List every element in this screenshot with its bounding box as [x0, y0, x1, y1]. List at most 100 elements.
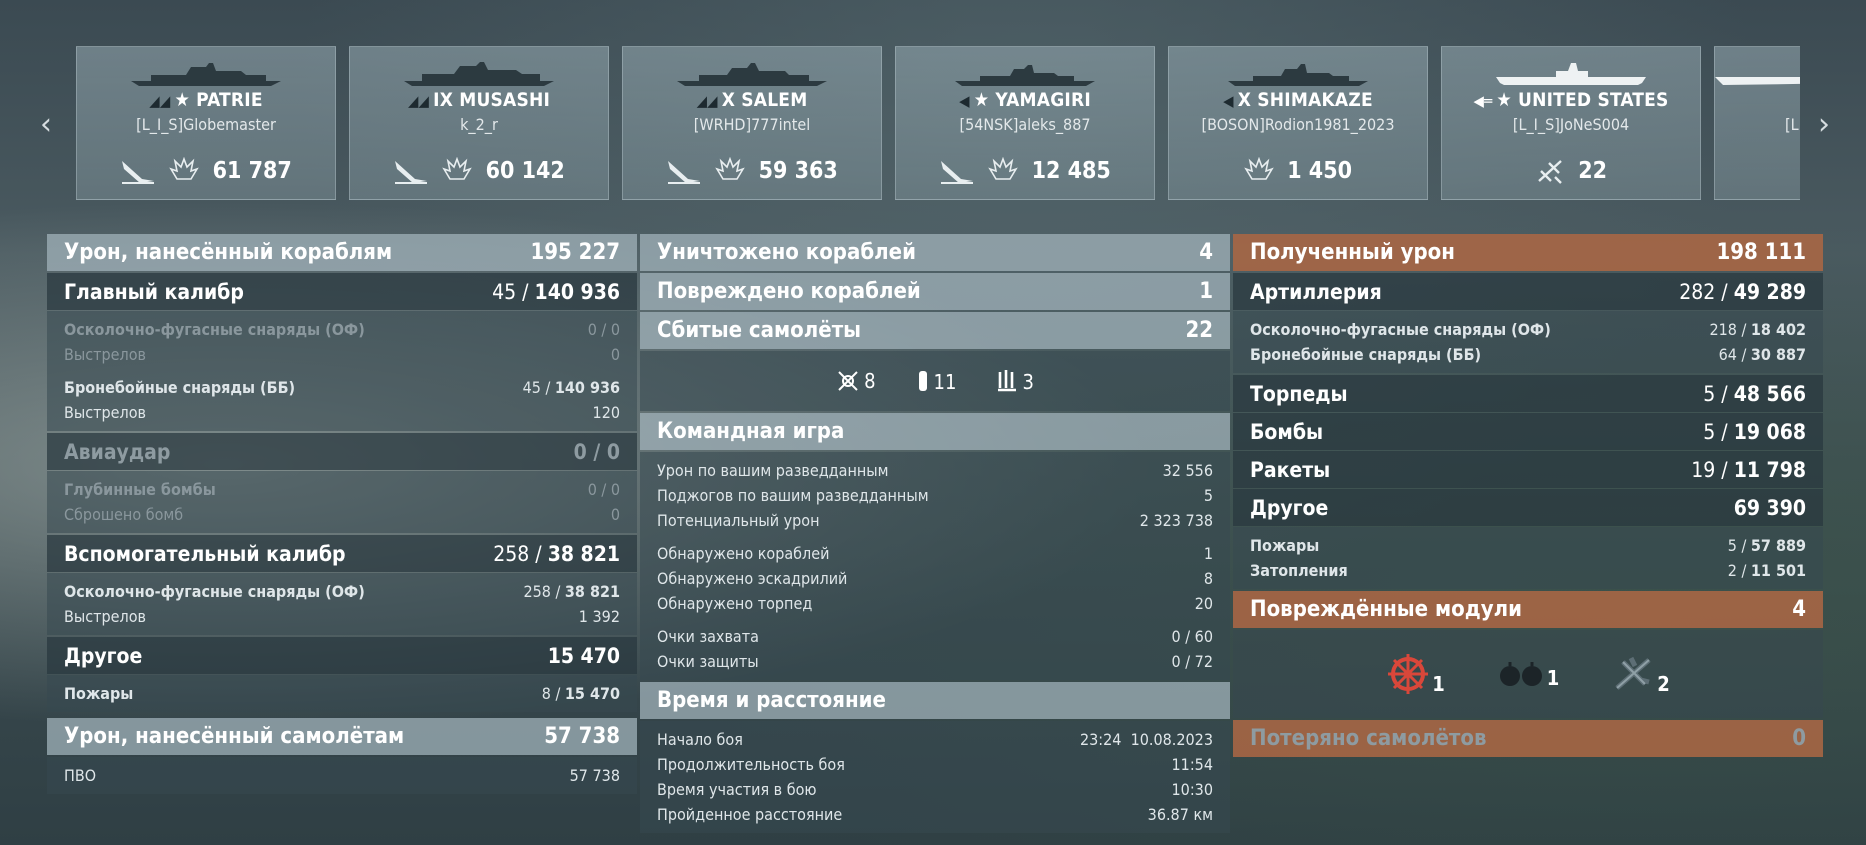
stat-row: Осколочно-фугасные снаряды (ОФ) 218 / 18 … [1250, 320, 1806, 339]
stat-row: Пожары 8 / 15 470 [64, 684, 620, 703]
stat-row: Очки защиты 0 / 72 [657, 652, 1213, 671]
ship-card[interactable]: ◀ X SHIMAKAZE [BOSON]Rodion1981_2023 1 45… [1168, 46, 1428, 200]
card-value: 22 [1578, 158, 1607, 184]
header-label: Урон, нанесённый кораблям [64, 240, 393, 265]
ship-card[interactable]: ◀═ ★ UNITED STATES [L_I_S]JoNeS004 22 [1441, 46, 1701, 200]
ship-class-icon: ◀ [959, 92, 970, 110]
stat-row: Обнаружено торпед 20 [657, 594, 1213, 613]
chevron-left-icon[interactable]: ‹ [34, 110, 58, 140]
secondary-battery-details: Осколочно-фугасные снаряды (ОФ) 258 / 38 … [47, 573, 637, 635]
stat-row: Сброшено бомб 0 [64, 505, 620, 524]
plane-shot-icon [1538, 160, 1562, 184]
rockets-section: Ракеты 19 / 11 798 [1233, 451, 1823, 488]
fire-icon [442, 157, 473, 180]
bombs-section: Бомбы 5 / 19 068 [1233, 413, 1823, 450]
battle-summary-panel: Уничтожено кораблей 4 Повреждено корабле… [640, 234, 1230, 835]
ship-class-icon: ◢◢ [696, 92, 718, 110]
card-value: 1 450 [1287, 158, 1352, 184]
ship-class-icon: ◀ [1223, 92, 1234, 110]
plane-type-breakdown: 8 11 3 [640, 351, 1230, 411]
section-label: Другое [64, 643, 143, 668]
header-label: Полученный урон [1250, 240, 1455, 265]
card-value: 60 142 [485, 158, 565, 184]
ship-silhouette-icon [1228, 64, 1368, 86]
stat-row: Время участия в бою 10:30 [657, 780, 1213, 799]
other-damage-details: Пожары 8 / 15 470 [47, 675, 637, 712]
stat-row: Пройденное расстояние 36.87 км [657, 805, 1213, 824]
other-received-details: Пожары 5 / 57 889 Затопления 2 / 11 501 [1233, 527, 1823, 589]
header-value: 198 111 [1716, 240, 1806, 265]
player-name: [L_I_S]JoNeS004 [1512, 115, 1630, 134]
bomber-icon [918, 371, 927, 391]
time-distance-details: Начало боя 23:24 10.08.2023 Продолжительн… [640, 721, 1230, 833]
team-play-details: Урон по вашим разведданным 32 556 Поджого… [640, 452, 1230, 680]
ship-card[interactable]: ◀ ★ YAMAGIRI [54NSK]aleks_887 12 485 [895, 46, 1155, 200]
player-name: [L_I_S]Globemaster [136, 115, 276, 134]
secondary-battery-section: Вспомогательный калибр 258 / 38 821 [47, 535, 637, 572]
steering-gear-icon [1388, 654, 1429, 694]
player-name: [L [1785, 115, 1799, 134]
ship-class-icon: ◢◢ [407, 92, 430, 110]
section-label: Артиллерия [1250, 279, 1382, 304]
header-label: Сбитые самолёты [657, 318, 862, 343]
attack-count: 3 [1022, 370, 1034, 394]
ship-silhouette-icon [1496, 63, 1646, 85]
ship-card[interactable]: [L [1714, 46, 1800, 200]
damage-received-header: Полученный урон 198 111 [1233, 234, 1823, 271]
stat-row: Бронебойные снаряды (ББ) 64 / 30 887 [1250, 345, 1806, 364]
section-value: 282 / 49 289 [1679, 279, 1806, 304]
section-label: Другое [1250, 495, 1329, 520]
section-value: 69 390 [1733, 495, 1806, 520]
aa-gun-icon [1615, 656, 1651, 690]
module-count: 1 [1546, 666, 1560, 690]
stat-row: Продолжительность боя 11:54 [657, 755, 1213, 774]
section-value: 19 / 11 798 [1691, 457, 1806, 482]
stat-row: ПВО 57 738 [64, 766, 620, 785]
damaged-modules-header: Повреждённые модули 4 [1233, 591, 1823, 628]
header-label: Потеряно самолётов [1250, 726, 1487, 751]
fire-icon [988, 157, 1019, 180]
fire-icon [169, 157, 200, 180]
ship-card[interactable]: ◢◢ X SALEM [WRHD]777intel 59 363 [622, 46, 882, 200]
module-count: 2 [1657, 672, 1670, 696]
stat-row: Начало боя 23:24 10.08.2023 [657, 730, 1213, 749]
torpedoes-section: Торпеды 5 / 48 566 [1233, 375, 1823, 412]
fighter-count: 8 [864, 369, 876, 393]
damage-received-panel: Полученный урон 198 111 Артиллерия 282 /… [1233, 234, 1823, 759]
ship-card[interactable]: ◢◢ ★ PATRIE [L_I_S]Globemaster 61 787 [76, 46, 336, 200]
ship-name: ◢◢ ★ PATRIE [149, 89, 263, 111]
ship-carousel: ‹ › ◢◢ ★ PATRIE [L_I_S]Globemaster 61 787… [0, 40, 1866, 212]
main-battery-section: Главный калибр 45 / 140 936 [47, 273, 637, 310]
damage-to-planes-header: Урон, нанесённый самолётам 57 738 [47, 718, 637, 755]
header-label: Урон, нанесённый самолётам [64, 724, 405, 749]
stat-row: Урон по вашим разведданным 32 556 [657, 461, 1213, 480]
ships-destroyed-header: Уничтожено кораблей 4 [640, 234, 1230, 271]
stat-row: Затопления 2 / 11 501 [1250, 561, 1806, 580]
player-name: [54NSK]aleks_887 [959, 115, 1091, 134]
planes-lost-header: Потеряно самолётов 0 [1233, 720, 1823, 757]
fire-icon [1244, 157, 1274, 180]
airstrike-details: Глубинные бомбы 0 / 0 Сброшено бомб 0 [47, 471, 637, 533]
card-value: 12 485 [1031, 158, 1111, 184]
ship-card[interactable]: ◢◢ IX MUSASHI k_2_r 60 142 [349, 46, 609, 200]
stat-row: Пожары 5 / 57 889 [1250, 536, 1806, 555]
main-battery-details: Осколочно-фугасные снаряды (ОФ) 0 / 0 Выс… [47, 311, 637, 431]
section-label: Вспомогательный калибр [64, 541, 346, 566]
stat-row: Обнаружено эскадрилий 8 [657, 569, 1213, 588]
card-value: 61 787 [212, 158, 292, 184]
stat-row: Потенциальный урон 2 323 738 [657, 511, 1213, 530]
stat-row: Обнаружено кораблей 1 [657, 544, 1213, 563]
damage-to-planes-details: ПВО 57 738 [47, 757, 637, 794]
header-label: Время и расстояние [657, 688, 886, 713]
stat-row: Бронебойные снаряды (ББ) 45 / 140 936 [64, 378, 620, 397]
stat-row: Поджогов по вашим разведданным 5 [657, 486, 1213, 505]
chevron-right-icon[interactable]: › [1812, 110, 1836, 140]
planes-shot-down-header: Сбитые самолёты 22 [640, 312, 1230, 349]
header-value: 4 [1792, 597, 1806, 622]
section-value: 45 / 140 936 [492, 279, 620, 304]
ship-class-icon: ◢◢ [149, 92, 171, 110]
ship-silhouette-icon [131, 63, 281, 86]
header-label: Командная игра [657, 419, 845, 444]
ship-cards: ◢◢ ★ PATRIE [L_I_S]Globemaster 61 787 ◢◢ I… [76, 46, 1800, 206]
header-label: Повреждено кораблей [657, 279, 921, 304]
